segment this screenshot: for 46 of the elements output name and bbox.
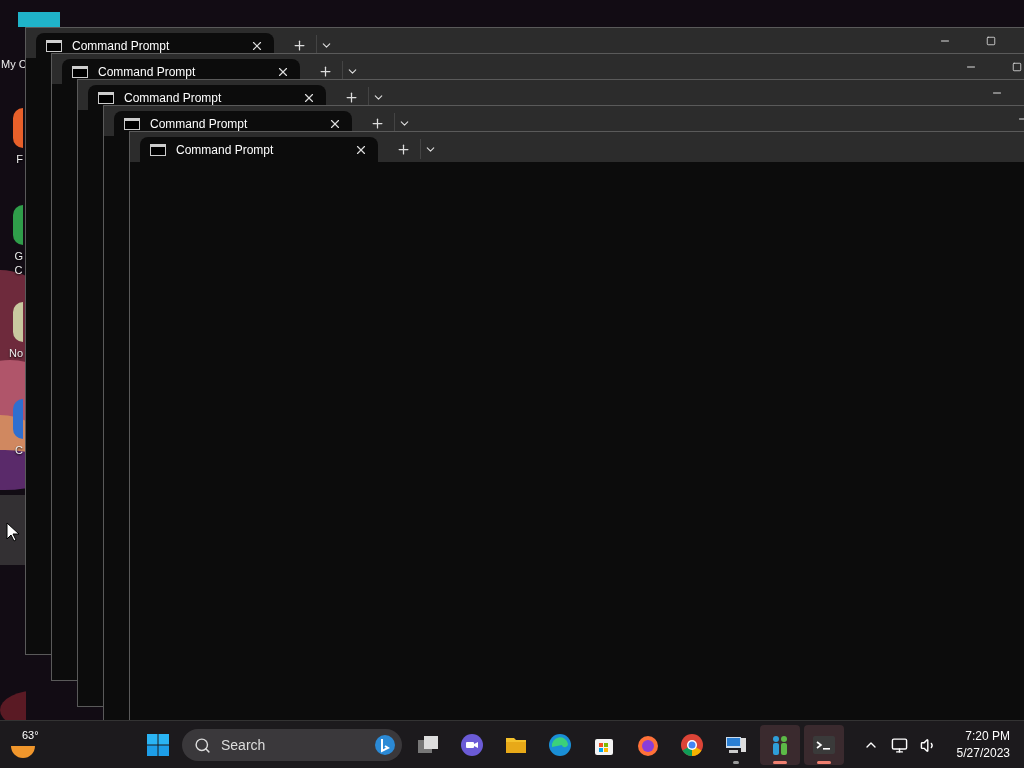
desktop-icon[interactable] [13,302,23,342]
moon-icon [10,745,36,759]
desktop-icon[interactable] [13,108,23,148]
tab-title: Command Prompt [124,90,223,105]
desktop-icon[interactable] [13,205,23,245]
tab-title: Command Prompt [98,64,197,79]
plus-icon [395,141,411,157]
network-icon[interactable] [890,736,908,754]
search-placeholder: Search [221,737,267,753]
terminal-icon [812,733,836,757]
desktop-icon-label: G [14,249,23,263]
desktop-icon-label: No [8,346,23,360]
mouse-cursor-icon [6,522,20,542]
weather-widget[interactable]: 63° [8,725,44,765]
search-field[interactable]: Search [182,729,402,761]
plus-icon [343,89,359,105]
chrome-icon [680,733,704,757]
clock-date: 5/27/2023 [956,745,1010,762]
running-indicator [733,761,739,764]
plus-icon [317,63,333,79]
tab-title: Command Prompt [72,38,171,53]
tab-title: Command Prompt [176,142,275,157]
plus-icon [291,37,307,53]
clock[interactable]: 7:20 PM 5/27/2023 [956,728,1010,762]
search-icon [194,736,211,754]
plus-icon [369,115,385,131]
terminal-tab[interactable]: Command Prompt [140,137,378,162]
command-prompt-icon [72,65,88,78]
desktop-icon-label: F [16,152,23,166]
windows-icon [146,733,170,757]
edge-icon [548,733,572,757]
running-indicator [817,761,831,764]
tab-title: Command Prompt [150,116,249,131]
command-prompt-icon [98,91,114,104]
command-prompt-icon [46,39,62,52]
clock-time: 7:20 PM [965,728,1010,745]
maximize-icon [986,36,996,46]
temperature: 63° [22,729,39,741]
command-prompt-icon [150,143,166,156]
bing-icon [374,734,396,756]
command-prompt-icon [124,117,140,130]
maximize-icon [1012,62,1022,72]
chat-icon [460,733,484,757]
running-indicator [773,761,787,764]
desktop-icon-label: C [14,263,23,277]
firefox-icon [636,733,660,757]
